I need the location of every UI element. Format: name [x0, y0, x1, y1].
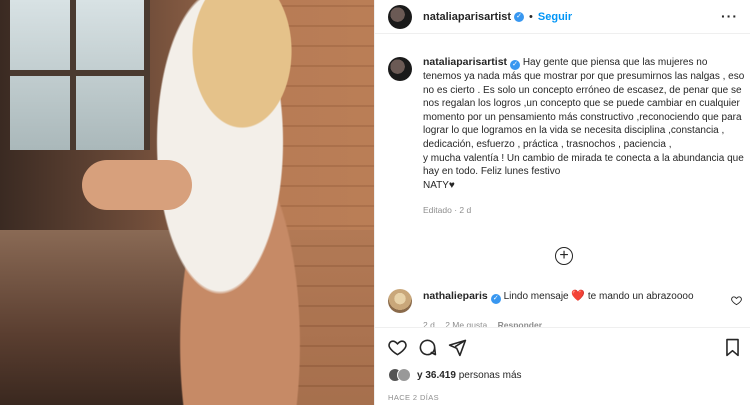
post-caption: nataliaparisartist ✓ Hay gente que piensa… — [388, 56, 748, 218]
more-options-icon[interactable]: ··· — [721, 8, 738, 24]
verified-badge-icon: ✓ — [510, 60, 521, 70]
likes-summary[interactable]: y 36.419 personas más — [388, 368, 522, 382]
action-bar — [375, 327, 750, 367]
liker-avatar — [397, 368, 411, 382]
comment-body: nathalieparis ✓ Lindo mensaje ❤️ te mando… — [423, 289, 694, 330]
follow-button[interactable]: Seguir — [538, 11, 572, 23]
heart-emoji: ❤️ — [571, 290, 586, 302]
commenter-avatar[interactable] — [388, 289, 412, 313]
photo-window — [10, 0, 150, 150]
post-side-panel: nataliaparisartist ✓ • Seguir ··· natali… — [374, 0, 750, 405]
header-separator: • — [529, 10, 533, 23]
photo-arm — [82, 160, 192, 210]
caption-text: Hay gente que piensa que las mujeres no … — [423, 57, 745, 191]
heart-outline-icon[interactable] — [388, 338, 407, 362]
comment-text: Lindo mensaje — [503, 291, 569, 302]
photo-hair — [165, 0, 305, 170]
post-header: nataliaparisartist ✓ • Seguir ··· — [375, 0, 750, 34]
bookmark-icon[interactable] — [724, 338, 741, 362]
caption-meta: Editado · 2 d — [423, 205, 472, 216]
post-date: HACE 2 DÍAS — [388, 393, 440, 402]
caption-body: nataliaparisartist ✓ Hay gente que piensa… — [423, 56, 748, 218]
comment-like-icon[interactable] — [731, 295, 742, 309]
verified-badge-icon: ✓ — [514, 11, 525, 22]
comment-item: nathalieparis ✓ Lindo mensaje ❤️ te mando… — [388, 289, 748, 330]
caption-avatar[interactable] — [388, 57, 412, 81]
likes-text: y 36.419 personas más — [417, 370, 522, 381]
likes-suffix: personas más — [458, 369, 522, 381]
caption-username[interactable]: nataliaparisartist — [423, 56, 507, 68]
verified-badge-icon: ✓ — [490, 294, 501, 304]
author-username[interactable]: nataliaparisartist — [423, 11, 511, 23]
comment-text-2: te mando un abrazoooo — [587, 291, 694, 302]
comment-bubble-icon[interactable] — [418, 338, 437, 362]
author-avatar[interactable] — [388, 4, 412, 29]
post-photo[interactable] — [0, 0, 374, 405]
likes-count: y 36.419 — [417, 369, 456, 381]
commenter-username[interactable]: nathalieparis — [423, 290, 488, 302]
paper-plane-icon[interactable] — [448, 338, 467, 362]
load-more-comments-icon[interactable]: + — [555, 247, 573, 265]
